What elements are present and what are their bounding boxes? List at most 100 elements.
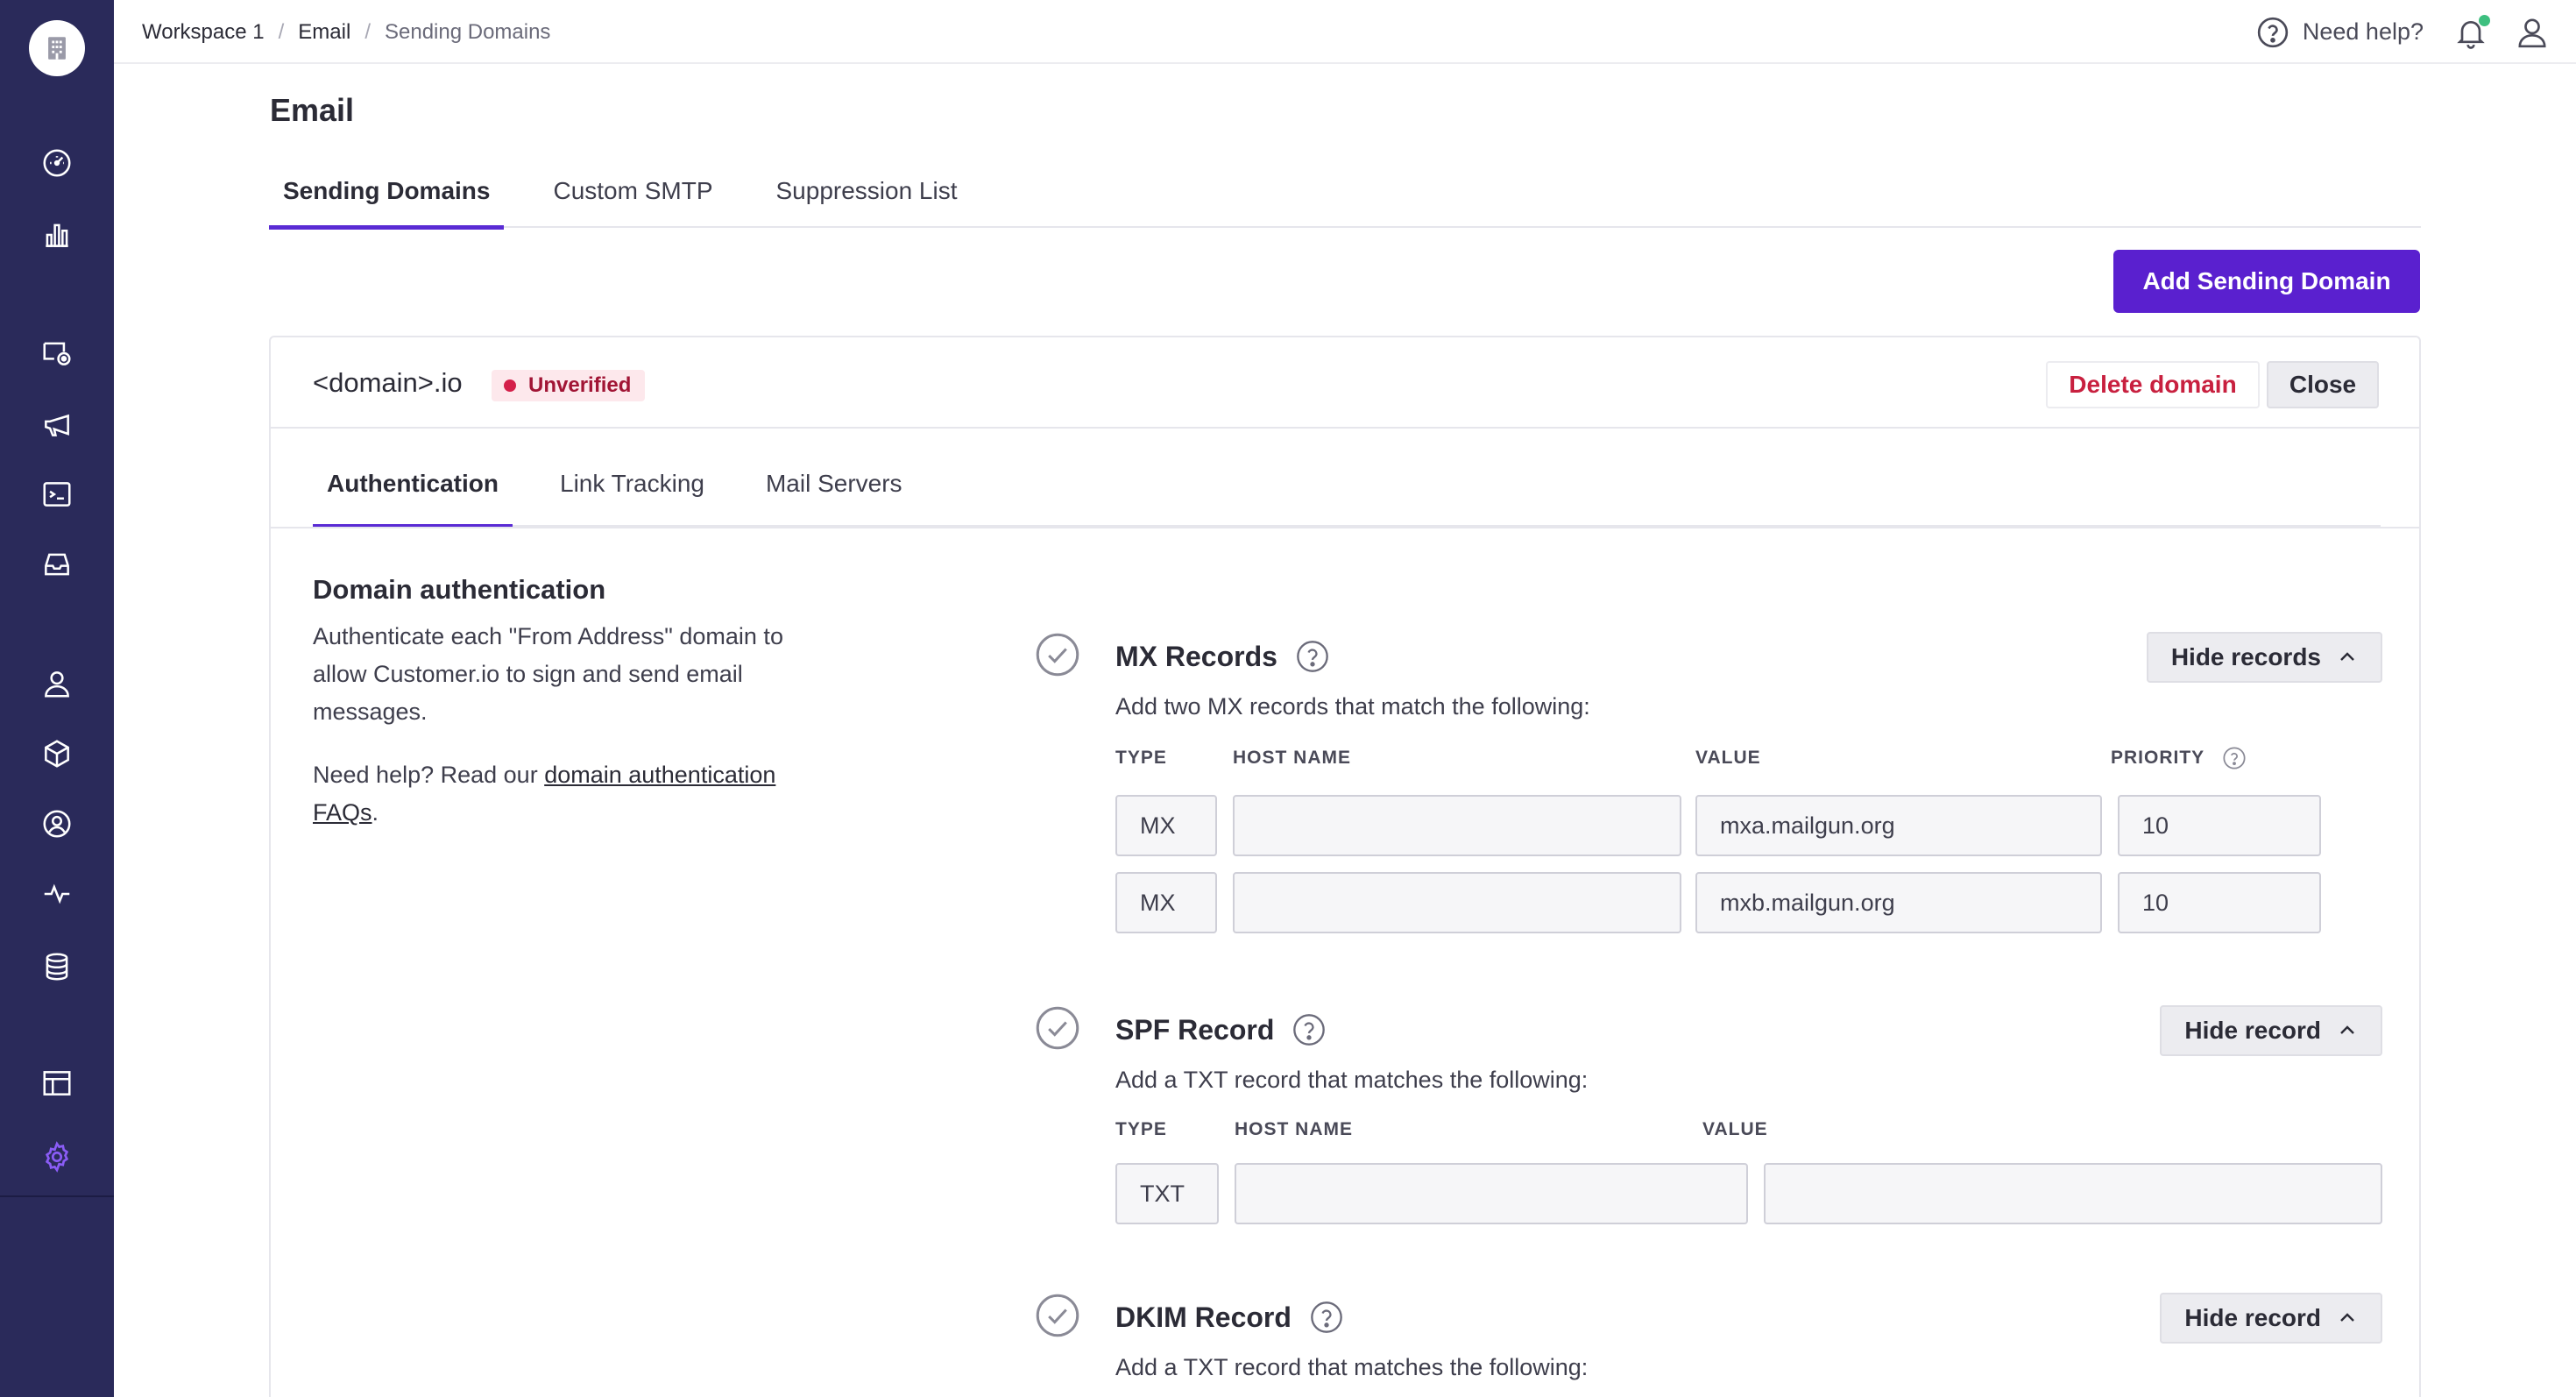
sidebar-item-content[interactable] xyxy=(39,1066,74,1101)
auth-help-prefix: Need help? Read our xyxy=(313,762,545,788)
sidebar-item-transactional[interactable] xyxy=(39,477,74,512)
sidebar-item-campaigns[interactable] xyxy=(39,336,74,371)
hide-mx-records-label: Hide records xyxy=(2170,643,2321,670)
breadcrumb-separator: / xyxy=(364,19,371,44)
mx-row-2-host[interactable] xyxy=(1233,872,1681,933)
question-circle-icon[interactable] xyxy=(2222,746,2247,770)
hide-dkim-record-button[interactable]: Hide record xyxy=(2160,1293,2382,1344)
tab-mail-servers[interactable]: Mail Servers xyxy=(752,429,916,527)
question-circle-icon[interactable] xyxy=(1295,639,1330,674)
column-host-name: HOST NAME xyxy=(1235,1119,1353,1139)
cube-icon xyxy=(45,740,69,768)
domain-card: <domain>.io Unverified Delete domain Clo… xyxy=(269,336,2421,1397)
sidebar-item-inbox[interactable] xyxy=(39,547,74,582)
hide-mx-records-button[interactable]: Hide records xyxy=(2146,632,2382,683)
tab-link-tracking[interactable]: Link Tracking xyxy=(546,429,718,527)
main-content: Email Sending Domains Custom SMTP Suppre… xyxy=(114,66,2576,1397)
sidebar-item-data[interactable] xyxy=(39,949,74,984)
check-circle-icon xyxy=(1036,633,1079,677)
hide-dkim-record-label: Hide record xyxy=(2184,1304,2321,1331)
mx-row-1-host[interactable] xyxy=(1233,795,1681,856)
building-icon xyxy=(48,37,66,60)
notification-dot xyxy=(2479,14,2490,26)
column-priority: PRIORITY xyxy=(2111,746,2247,770)
topbar-actions: Need help? xyxy=(2255,0,2576,64)
spf-record-subtitle: Add a TXT record that matches the follow… xyxy=(1115,1067,1589,1093)
tab-suppression-list[interactable]: Suppression List xyxy=(762,153,972,228)
megaphone-icon xyxy=(45,414,69,436)
auth-description: Authenticate each "From Address" domain … xyxy=(313,623,783,725)
chevron-up-icon xyxy=(2340,1025,2354,1034)
spf-record-section: SPF Record Hide record Add a TXT record … xyxy=(1035,1005,2382,1259)
auth-title: Domain authentication xyxy=(313,574,606,605)
sidebar-item-segments[interactable] xyxy=(39,806,74,841)
mx-row-2-type[interactable]: MX xyxy=(1115,872,1217,933)
tab-authentication[interactable]: Authentication xyxy=(313,429,513,528)
mx-row-1-value[interactable]: mxa.mailgun.org xyxy=(1695,795,2102,856)
column-host-name: HOST NAME xyxy=(1233,748,1351,768)
spf-value[interactable] xyxy=(1764,1163,2382,1224)
question-circle-icon xyxy=(2257,17,2289,47)
breadcrumb-workspace[interactable]: Workspace 1 xyxy=(142,20,265,45)
auth-help: Need help? Read our domain authenticatio… xyxy=(313,756,839,832)
sidebar-item-people[interactable] xyxy=(39,666,74,701)
sidebar-item-settings[interactable] xyxy=(39,1139,74,1174)
terminal-icon xyxy=(43,482,71,507)
person-icon xyxy=(45,671,69,698)
add-sending-domain-button[interactable]: Add Sending Domain xyxy=(2113,250,2420,313)
spf-record-title: SPF Record xyxy=(1115,1012,1327,1047)
message-target-icon xyxy=(43,342,71,365)
auth-help-suffix: . xyxy=(372,799,379,826)
dkim-record-title-text: DKIM Record xyxy=(1115,1301,1292,1333)
spf-type[interactable]: TXT xyxy=(1115,1163,1219,1224)
pulse-icon xyxy=(44,883,70,904)
breadcrumb-email[interactable]: Email xyxy=(298,20,350,45)
domain-tabs: Authentication Link Tracking Mail Server… xyxy=(313,429,2381,528)
close-button[interactable]: Close xyxy=(2267,361,2379,408)
sidebar-item-dashboard[interactable] xyxy=(39,145,74,181)
domain-card-header: <domain>.io Unverified Delete domain Clo… xyxy=(271,337,2419,429)
delete-domain-button[interactable]: Delete domain xyxy=(2046,361,2260,408)
mx-row-1-priority[interactable]: 10 xyxy=(2118,795,2321,856)
mx-row-2-priority[interactable]: 10 xyxy=(2118,872,2321,933)
question-circle-icon[interactable] xyxy=(1309,1300,1344,1335)
mx-row-1-type[interactable]: MX xyxy=(1115,795,1217,856)
sidebar-item-broadcasts[interactable] xyxy=(39,407,74,442)
gauge-icon xyxy=(43,149,71,177)
spf-host[interactable] xyxy=(1235,1163,1748,1224)
layout-icon xyxy=(43,1071,71,1096)
column-type: TYPE xyxy=(1115,748,1167,768)
domain-name: <domain>.io xyxy=(313,367,463,398)
dkim-record-section: DKIM Record Hide record Add a TXT record… xyxy=(1035,1293,2382,1397)
workspace-logo[interactable] xyxy=(29,20,85,76)
topbar: Workspace 1 / Email / Sending Domains Ne… xyxy=(114,0,2576,64)
notifications-button[interactable] xyxy=(2453,14,2490,50)
user-icon[interactable] xyxy=(2515,15,2550,50)
hide-spf-record-button[interactable]: Hide record xyxy=(2160,1005,2382,1056)
sidebar-item-analytics[interactable] xyxy=(39,217,74,252)
hide-spf-record-label: Hide record xyxy=(2184,1017,2321,1044)
inbox-icon xyxy=(45,553,69,576)
status-dot xyxy=(504,379,516,392)
column-priority-label: PRIORITY xyxy=(2111,748,2205,768)
need-help-link[interactable]: Need help? xyxy=(2255,15,2424,50)
tab-sending-domains[interactable]: Sending Domains xyxy=(269,153,505,230)
user-circle-icon xyxy=(43,810,71,838)
dkim-record-title: DKIM Record xyxy=(1115,1300,1344,1335)
status-badge: Unverified xyxy=(492,370,646,401)
breadcrumb-current: Sending Domains xyxy=(384,19,551,44)
email-tabs: Sending Domains Custom SMTP Suppression … xyxy=(269,153,2421,230)
tab-custom-smtp[interactable]: Custom SMTP xyxy=(539,153,726,228)
database-icon xyxy=(46,953,68,981)
need-help-label: Need help? xyxy=(2302,18,2424,45)
sidebar-item-objects[interactable] xyxy=(39,736,74,771)
status-label: Unverified xyxy=(528,373,632,397)
question-circle-icon[interactable] xyxy=(1292,1012,1327,1047)
mx-records-section: MX Records Hide records Add two MX recor… xyxy=(1035,632,2382,956)
mx-records-subtitle: Add two MX records that match the follow… xyxy=(1115,693,1590,720)
chevron-up-icon xyxy=(2340,652,2354,661)
bar-chart-icon xyxy=(46,223,68,247)
sidebar-item-activity[interactable] xyxy=(39,876,74,911)
mx-row-2-value[interactable]: mxb.mailgun.org xyxy=(1695,872,2102,933)
check-circle-icon xyxy=(1036,1006,1079,1050)
